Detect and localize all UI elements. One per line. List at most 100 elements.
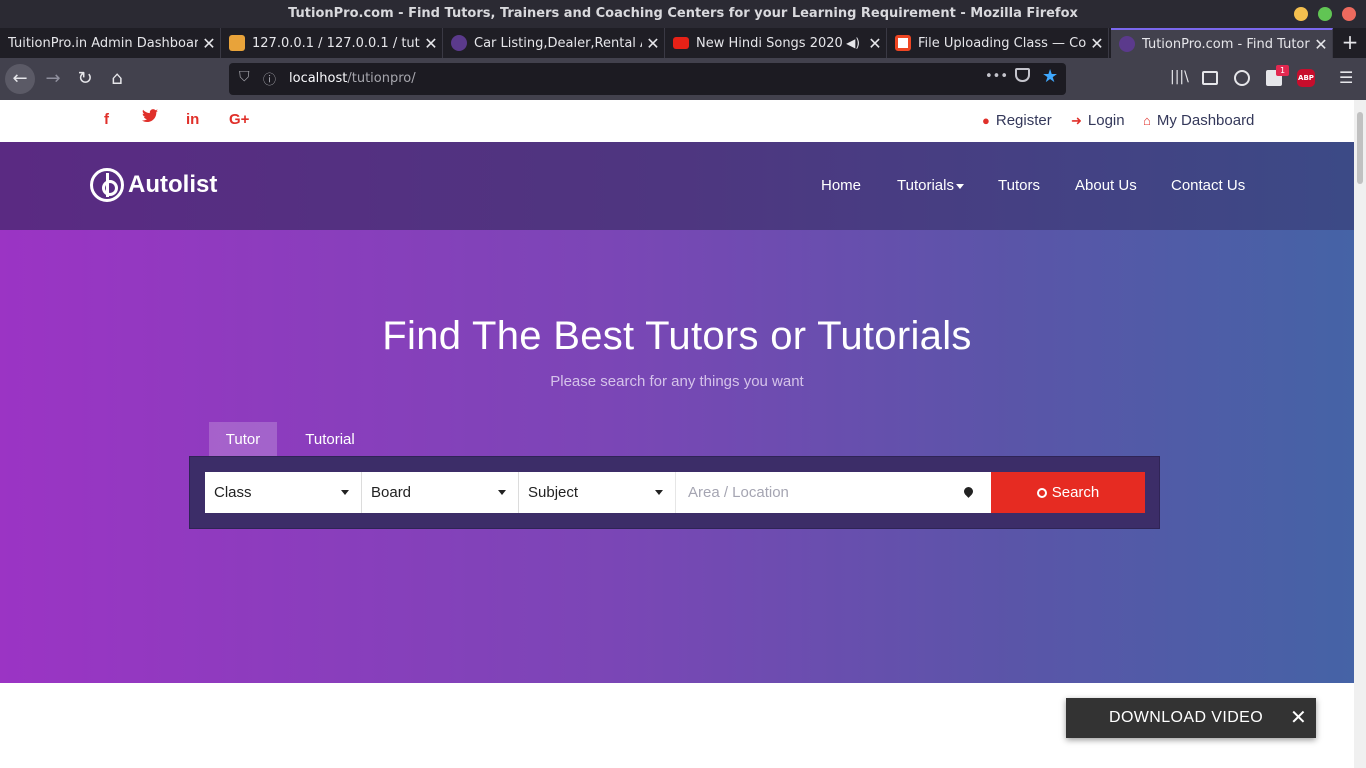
- tab-admin-dashboard[interactable]: TuitionPro.in Admin Dashboard ✕: [0, 28, 221, 58]
- tab-car-listing[interactable]: Car Listing,Dealer,Rental App ✕: [443, 28, 665, 58]
- tab-tutionpro[interactable]: TutionPro.com - Find Tutors ✕: [1111, 28, 1333, 58]
- class-select-value: Class: [214, 484, 252, 501]
- nav-contact-us[interactable]: Contact Us: [1171, 177, 1245, 194]
- page-scrollbar[interactable]: [1354, 100, 1366, 768]
- map-marker-icon: [962, 485, 975, 498]
- minimize-button[interactable]: [1294, 7, 1308, 21]
- tab-phpmyadmin[interactable]: 127.0.0.1 / 127.0.0.1 / tutionpro ✕: [221, 28, 443, 58]
- speaker-icon[interactable]: ◀): [846, 36, 860, 50]
- nav-tutors[interactable]: Tutors: [998, 177, 1040, 194]
- wheel-logo-icon: [90, 168, 124, 202]
- nav-about-us[interactable]: About Us: [1075, 177, 1137, 194]
- user-icon: ●: [982, 113, 990, 128]
- adblock-plus-icon[interactable]: ABP: [1297, 69, 1315, 87]
- tab-codeigniter[interactable]: File Uploading Class — CodeIgniter ✕: [887, 28, 1109, 58]
- register-label: Register: [995, 112, 1052, 129]
- chevron-down-icon: [498, 490, 506, 495]
- top-bar: f in G+ ● Register ➜ Login ⌂ My Dashboard: [0, 100, 1354, 142]
- web-page: f in G+ ● Register ➜ Login ⌂ My Dashboard A…: [0, 100, 1354, 768]
- board-select-value: Board: [371, 484, 412, 501]
- reload-button[interactable]: ↻: [70, 64, 100, 94]
- facebook-icon[interactable]: f: [104, 111, 109, 128]
- search-button-label: Search: [1051, 484, 1100, 501]
- close-tab-icon[interactable]: ✕: [864, 34, 886, 53]
- area-location-input[interactable]: Area / Location: [676, 472, 991, 513]
- back-button[interactable]: ←: [5, 64, 35, 94]
- login-link[interactable]: ➜ Login: [1071, 112, 1125, 129]
- subject-select[interactable]: Subject: [519, 472, 676, 513]
- site-info-icon[interactable]: ⓘ: [263, 69, 276, 88]
- hero-section: Find The Best Tutors or Tutorials Please…: [0, 230, 1354, 683]
- tab-label: Car Listing,Dealer,Rental App: [474, 35, 642, 51]
- area-location-placeholder: Area / Location: [688, 484, 789, 501]
- dashboard-label: My Dashboard: [1156, 112, 1255, 129]
- url-host: localhost: [289, 71, 348, 86]
- class-select[interactable]: Class: [205, 472, 362, 513]
- tab-label: TuitionPro.in Admin Dashboard: [8, 35, 198, 51]
- sidebar-icon[interactable]: [1202, 71, 1218, 85]
- phpmyadmin-icon: [229, 35, 245, 51]
- tab-strip: TuitionPro.in Admin Dashboard ✕ 127.0.0.…: [0, 28, 1366, 58]
- site-logo[interactable]: Autolist: [90, 168, 217, 202]
- url-text: localhost/tutionpro/: [289, 71, 416, 86]
- search-icon: [1036, 488, 1047, 498]
- pocket-icon[interactable]: [1015, 68, 1030, 82]
- close-window-button[interactable]: [1342, 7, 1356, 21]
- close-icon[interactable]: ✕: [1290, 705, 1307, 730]
- my-dashboard-link[interactable]: ⌂ My Dashboard: [1143, 112, 1254, 129]
- search-tab-tutorial[interactable]: Tutorial: [292, 422, 368, 458]
- hamburger-menu-icon[interactable]: ☰: [1339, 68, 1353, 87]
- caret-down-icon: [955, 183, 964, 189]
- google-plus-icon[interactable]: G+: [229, 111, 249, 128]
- site-header: Autolist Home Tutorials Tutors About Us …: [0, 142, 1354, 230]
- page-actions-menu-icon[interactable]: •••: [985, 69, 1008, 84]
- tab-label: TutionPro.com - Find Tutors: [1142, 36, 1310, 52]
- codeigniter-icon: [895, 35, 911, 51]
- nav-tutorials-label: Tutorials: [897, 177, 954, 194]
- account-icon[interactable]: [1234, 70, 1250, 86]
- library-icon[interactable]: |||\: [1170, 69, 1189, 85]
- linkedin-icon[interactable]: in: [186, 111, 199, 128]
- nav-tutorials[interactable]: Tutorials: [897, 177, 964, 194]
- extension-badge: 1: [1276, 65, 1289, 76]
- register-link[interactable]: ● Register: [982, 112, 1052, 129]
- chevron-down-icon: [341, 490, 349, 495]
- hero-title: Find The Best Tutors or Tutorials: [382, 314, 972, 358]
- search-tab-tutor[interactable]: Tutor: [209, 422, 277, 458]
- search-button[interactable]: Search: [991, 472, 1145, 513]
- tab-label: 127.0.0.1 / 127.0.0.1 / tutionpro: [252, 35, 420, 51]
- board-select[interactable]: Board: [362, 472, 519, 513]
- navigation-toolbar: ← → ↻ ⌂ ⛉ ⓘ localhost/tutionpro/ ••• ★ |…: [0, 58, 1366, 100]
- new-tab-button[interactable]: +: [1338, 30, 1362, 56]
- nav-home[interactable]: Home: [821, 177, 861, 194]
- hero-subtitle: Please search for any things you want: [550, 373, 804, 390]
- adblock-label: ABP: [1298, 74, 1314, 82]
- twitter-icon[interactable]: [142, 109, 158, 127]
- tab-label: File Uploading Class — CodeIgniter: [918, 35, 1086, 51]
- chevron-down-icon: [655, 490, 663, 495]
- download-video-panel[interactable]: DOWNLOAD VIDEO ✕: [1066, 698, 1316, 738]
- close-tab-icon[interactable]: ✕: [642, 34, 664, 53]
- close-tab-icon[interactable]: ✕: [198, 34, 220, 53]
- tab-youtube-songs[interactable]: New Hindi Songs 2020 - ◀) ✕: [665, 28, 887, 58]
- tab-label: New Hindi Songs 2020 -: [696, 35, 847, 51]
- close-tab-icon[interactable]: ✕: [1310, 35, 1332, 54]
- site-favicon-icon: [1119, 36, 1135, 52]
- home-button[interactable]: ⌂: [102, 64, 132, 94]
- tracking-shield-icon[interactable]: ⛉: [239, 69, 250, 85]
- bookmark-star-icon[interactable]: ★: [1042, 66, 1058, 87]
- url-path: /tutionpro/: [347, 71, 416, 86]
- close-tab-icon[interactable]: ✕: [420, 34, 442, 53]
- maximize-button[interactable]: [1318, 7, 1332, 21]
- window-titlebar: TutionPro.com - Find Tutors, Trainers an…: [0, 0, 1366, 28]
- site-favicon-icon: [451, 35, 467, 51]
- sign-in-icon: ➜: [1071, 113, 1082, 128]
- forward-button[interactable]: →: [38, 64, 68, 94]
- search-form: Class Board Subject Area / Location Sear…: [189, 456, 1160, 529]
- window-title: TutionPro.com - Find Tutors, Trainers an…: [288, 6, 1078, 21]
- close-tab-icon[interactable]: ✕: [1086, 34, 1108, 53]
- brand-name: Autolist: [128, 171, 218, 198]
- url-bar[interactable]: ⛉ ⓘ localhost/tutionpro/ ••• ★: [229, 63, 1066, 95]
- scrollbar-thumb[interactable]: [1357, 112, 1363, 184]
- youtube-icon: [673, 37, 689, 49]
